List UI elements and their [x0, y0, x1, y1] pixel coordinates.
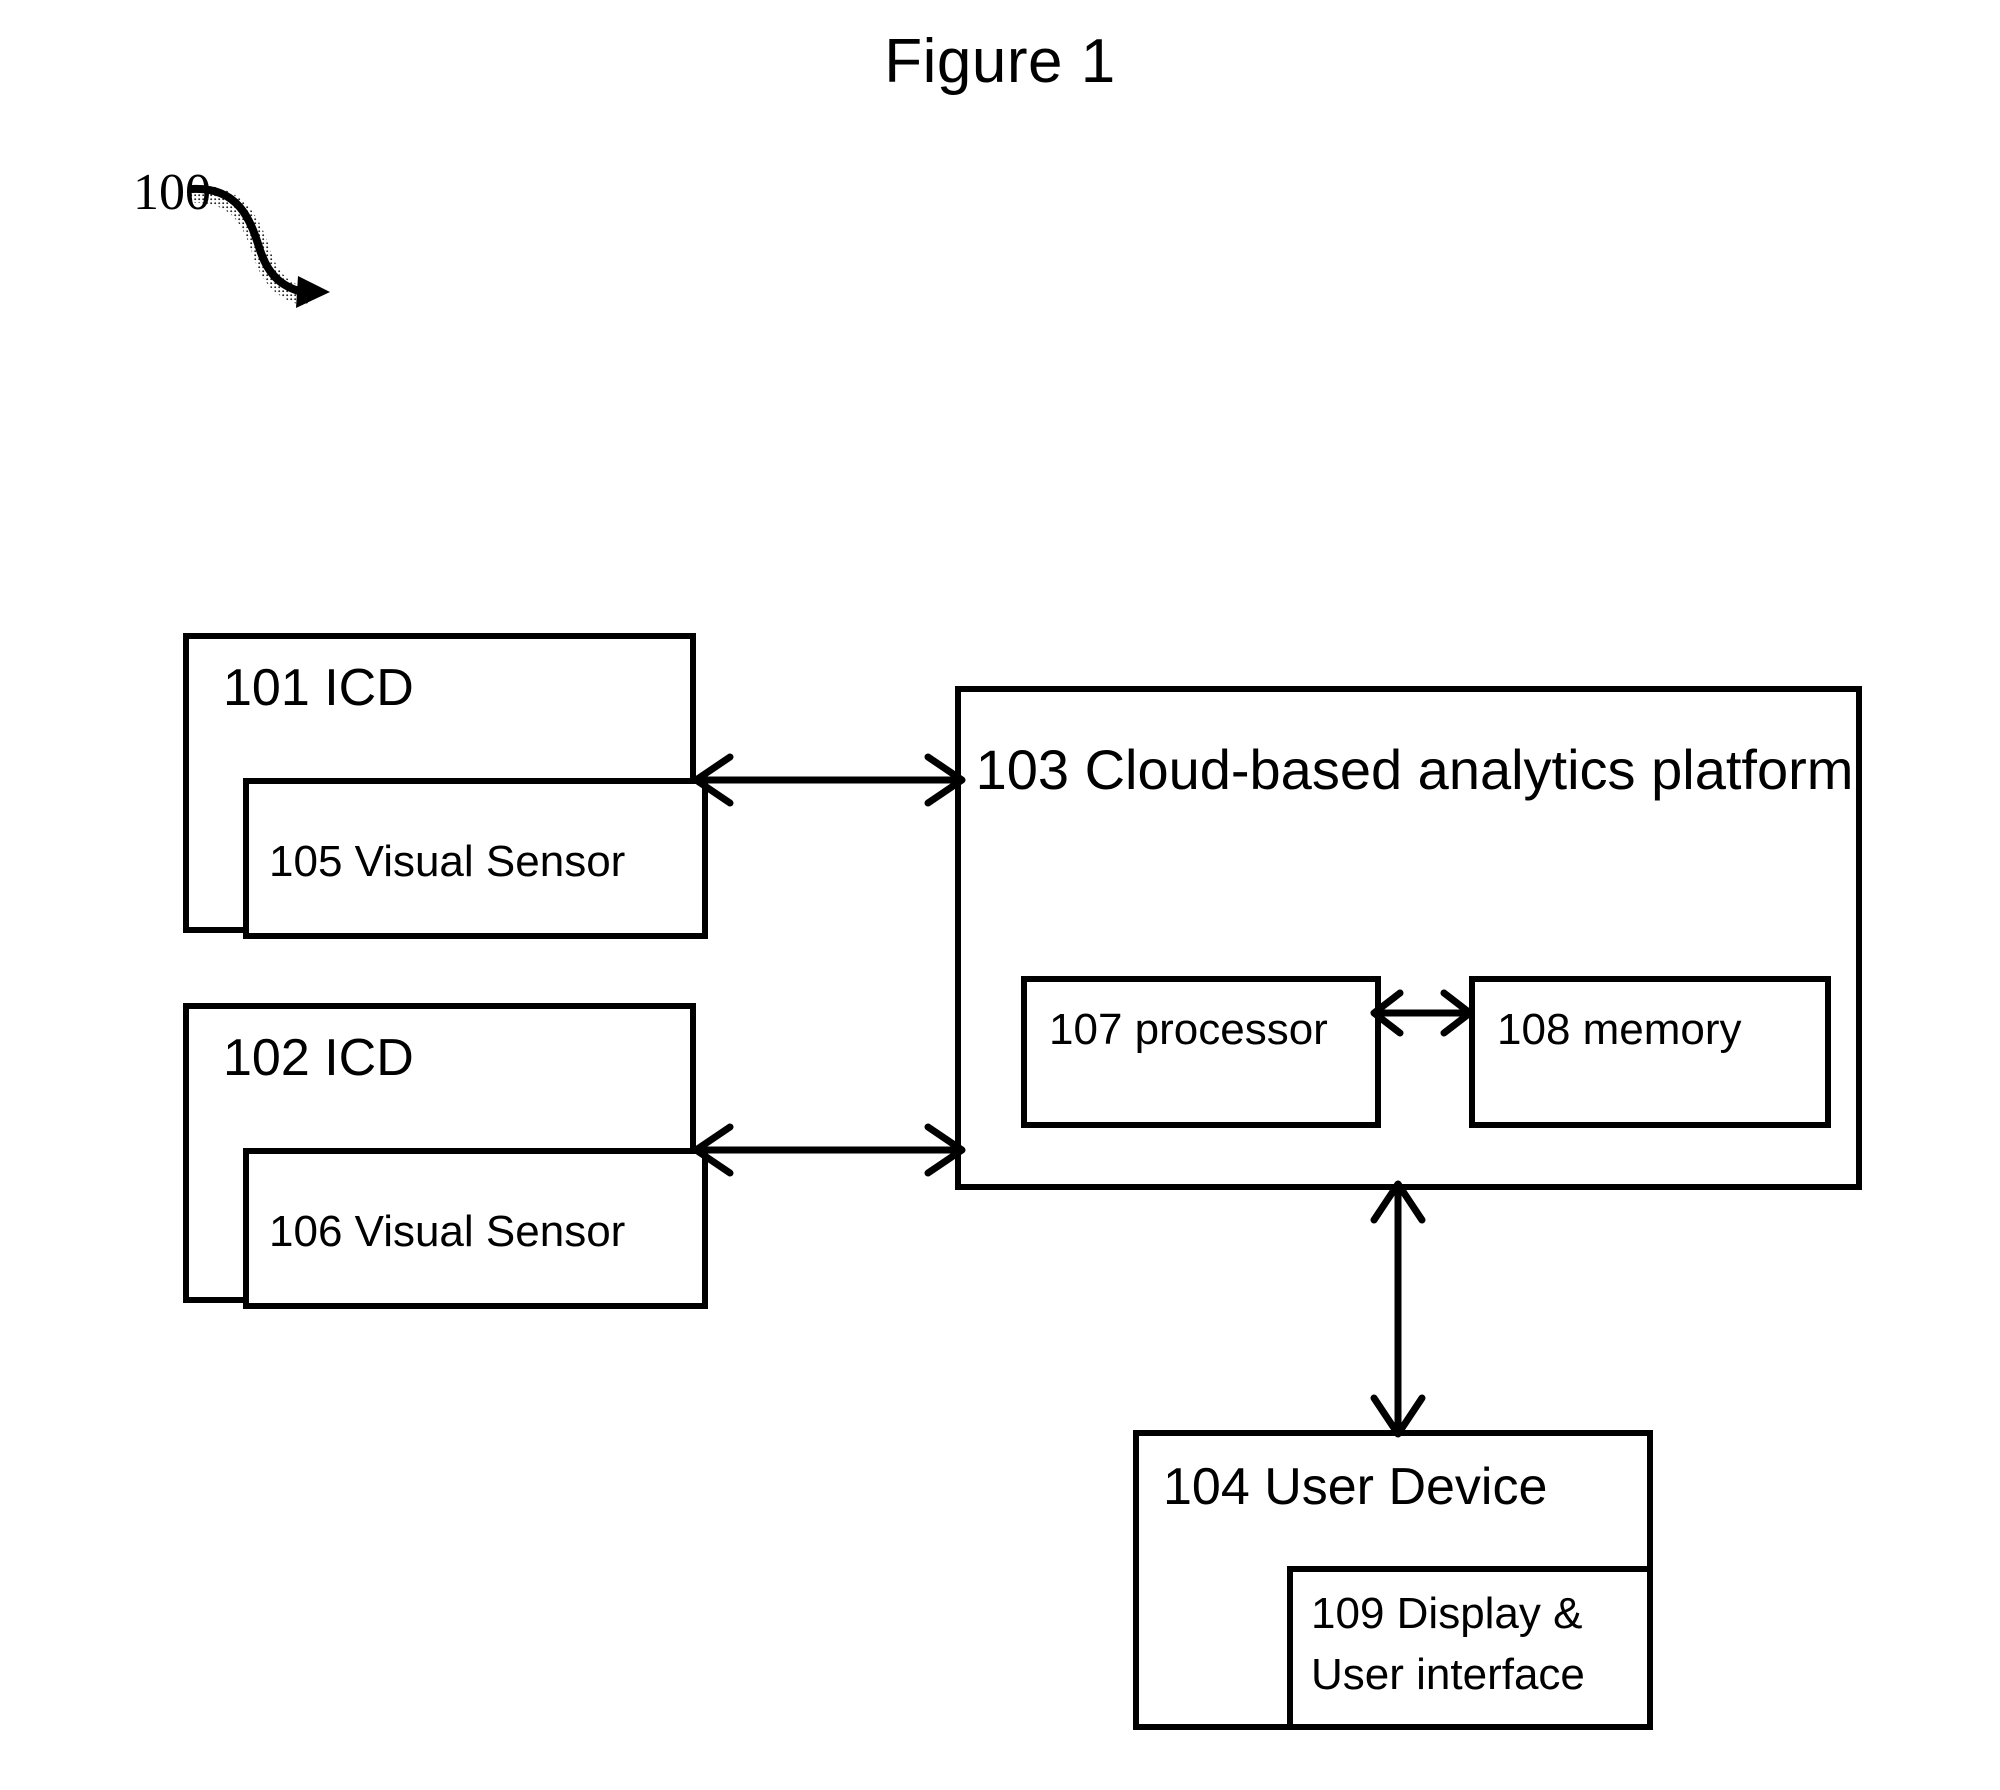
block-memory-108-label: 108 memory	[1497, 1005, 1742, 1054]
block-processor-107-label: 107 processor	[1049, 1005, 1328, 1054]
block-memory-108[interactable]: 108 memory	[1469, 976, 1831, 1128]
block-cloud-platform-103[interactable]: 103 Cloud-based analytics platform 107 p…	[955, 686, 1862, 1190]
block-icd-102-title: 102 ICD	[223, 1029, 414, 1087]
block-visual-sensor-106[interactable]: 106 Visual Sensor	[243, 1148, 708, 1309]
block-icd-101[interactable]: 101 ICD 105 Visual Sensor	[183, 633, 708, 939]
block-visual-sensor-106-label: 106 Visual Sensor	[269, 1207, 626, 1256]
connector-cloud-userdevice-arrow-icon	[1370, 1180, 1426, 1438]
connector-processor-memory-arrow-icon	[1370, 989, 1474, 1037]
block-visual-sensor-105[interactable]: 105 Visual Sensor	[243, 778, 708, 939]
block-user-device-104[interactable]: 104 User Device 109 Display & User inter…	[1133, 1430, 1653, 1730]
connector-icd102-cloud-arrow-icon	[692, 1123, 966, 1177]
block-user-device-104-title: 104 User Device	[1163, 1458, 1548, 1516]
block-processor-107[interactable]: 107 processor	[1021, 976, 1381, 1128]
connector-icd101-cloud-arrow-icon	[692, 753, 966, 807]
block-icd-101-title: 101 ICD	[223, 659, 414, 717]
page-title: Figure 1	[884, 27, 1116, 96]
reference-lead-arrow-icon	[190, 184, 330, 308]
block-visual-sensor-105-label: 105 Visual Sensor	[269, 837, 626, 886]
patent-figure-canvas: Figure 1 100 101 ICD 105 Visual Sensor 1…	[0, 0, 2000, 1790]
block-cloud-platform-103-title: 103 Cloud-based analytics platform	[975, 738, 1854, 801]
block-display-user-interface-109-label: 109 Display & User interface	[1311, 1589, 1585, 1699]
block-icd-102[interactable]: 102 ICD 106 Visual Sensor	[183, 1003, 708, 1309]
block-display-user-interface-109[interactable]: 109 Display & User interface	[1287, 1566, 1653, 1730]
